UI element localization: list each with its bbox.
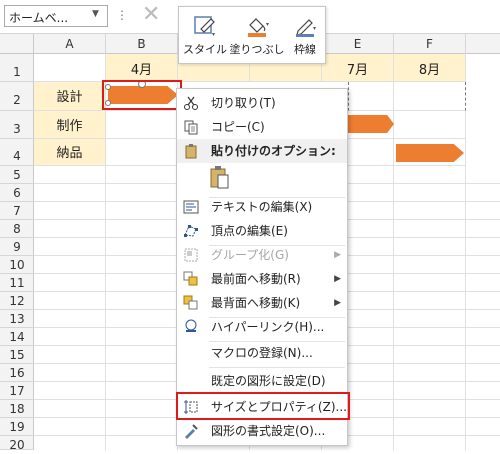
close-icon[interactable]: ✕: [142, 2, 160, 27]
row-19[interactable]: 19: [0, 418, 34, 436]
cell-a4[interactable]: 納品: [34, 139, 106, 166]
text-box-icon: [183, 200, 199, 214]
row-7[interactable]: 7: [0, 202, 34, 220]
menu-item-format-shape[interactable]: 図形の書式設定(O)...: [177, 419, 347, 443]
menu-label: グループ化(G): [211, 248, 289, 262]
menu-item-hyperlink[interactable]: ハイパーリンク(H)...: [177, 315, 347, 339]
style-label: スタイル: [183, 43, 227, 56]
menu-item-copy[interactable]: コピー(C): [177, 115, 347, 139]
scissors-icon: [184, 96, 198, 110]
menu-item-cut[interactable]: 切り取り(T): [177, 91, 347, 115]
separator: [209, 367, 345, 368]
menu-label: 頂点の編集(E): [211, 224, 288, 238]
group-icon: [184, 248, 198, 262]
menu-label: コピー(C): [211, 120, 265, 134]
cell-f3[interactable]: [394, 111, 466, 139]
row-15[interactable]: 15: [0, 346, 34, 364]
cell-e1[interactable]: 7月: [322, 54, 394, 82]
menu-item-set-default[interactable]: 既定の図形に設定(D): [177, 369, 347, 393]
bring-to-front-icon: [183, 271, 198, 286]
fill-label: 塗りつぶし: [229, 43, 285, 56]
row-4[interactable]: 4: [0, 139, 34, 166]
row-6[interactable]: 6: [0, 184, 34, 202]
submenu-arrow-icon: ▶: [334, 250, 341, 260]
row-11[interactable]: 11: [0, 274, 34, 292]
row-8[interactable]: 8: [0, 220, 34, 238]
cell-e4[interactable]: [348, 139, 394, 166]
menu-label: 最前面へ移動(R): [211, 272, 301, 286]
row-5[interactable]: 5: [0, 166, 34, 184]
row-2[interactable]: 2: [0, 82, 34, 111]
row-header: 1 2 3 4 5 6 7 8 9 10 11 12 13 14 15 16 1…: [0, 54, 34, 452]
cell-f2[interactable]: [394, 82, 466, 111]
row-12[interactable]: 12: [0, 292, 34, 310]
menu-item-edit-text[interactable]: テキストの編集(X): [177, 195, 347, 219]
col-b[interactable]: B: [106, 34, 178, 54]
cell-b1[interactable]: 4月: [106, 54, 178, 82]
paste-clipboard-icon: [210, 166, 229, 189]
row-13[interactable]: 13: [0, 310, 34, 328]
row-3[interactable]: 3: [0, 111, 34, 139]
menu-label: 貼り付けのオプション:: [211, 144, 336, 158]
style-button[interactable]: スタイル: [181, 7, 229, 65]
cell-e2[interactable]: [348, 82, 394, 111]
col-e[interactable]: E: [322, 34, 394, 54]
row-18[interactable]: 18: [0, 400, 34, 418]
row-1[interactable]: 1: [0, 54, 34, 82]
cell-a2[interactable]: 設計: [34, 82, 106, 111]
outline-button[interactable]: 枠線: [285, 7, 325, 65]
menu-item-edit-points[interactable]: 頂点の編集(E): [177, 219, 347, 243]
format-shape-icon: [185, 424, 198, 439]
menu-label: ハイパーリンク(H)...: [211, 320, 325, 334]
menu-item-bring-front[interactable]: 最前面へ移動(R) ▶: [177, 267, 347, 291]
paint-bucket-icon: [248, 18, 269, 37]
arrow-shape-delivery[interactable]: [396, 144, 464, 162]
shape-style-icon: [194, 16, 215, 36]
submenu-arrow-icon: ▶: [334, 274, 341, 284]
col-f[interactable]: F: [394, 34, 466, 54]
chevron-down-icon[interactable]: ▼: [92, 9, 99, 19]
menu-item-send-back[interactable]: 最背面へ移動(K) ▶: [177, 291, 347, 315]
mini-toolbar: スタイル 塗りつぶし 枠線: [178, 6, 326, 64]
row-16[interactable]: 16: [0, 364, 34, 382]
row-9[interactable]: 9: [0, 238, 34, 256]
menu-label: 最背面へ移動(K): [211, 296, 301, 310]
row-10[interactable]: 10: [0, 256, 34, 274]
paste-button[interactable]: [209, 165, 231, 191]
select-all-corner[interactable]: [0, 34, 34, 54]
menu-label: 既定の図形に設定(D): [211, 374, 326, 388]
edit-points-icon: [184, 225, 198, 237]
copy-icon: [184, 120, 198, 135]
row-14[interactable]: 14: [0, 328, 34, 346]
more-icon: ⋮: [116, 8, 128, 22]
menu-label: テキストの編集(X): [211, 200, 313, 214]
fill-button[interactable]: 塗りつぶし: [229, 7, 285, 65]
link-icon: [185, 319, 197, 332]
menu-item-paste-options: 貼り付けのオプション:: [177, 139, 347, 163]
outline-label: 枠線: [294, 43, 316, 56]
col-a[interactable]: A: [34, 34, 106, 54]
cell-b3[interactable]: [106, 111, 178, 139]
selection-highlight: [102, 80, 182, 110]
row-17[interactable]: 17: [0, 382, 34, 400]
cell-b4[interactable]: [106, 139, 178, 166]
cell-a1[interactable]: [34, 54, 106, 82]
menu-item-assign-macro[interactable]: マクロの登録(N)...: [177, 341, 347, 365]
row-20[interactable]: 20: [0, 436, 34, 452]
cell-f1[interactable]: 8月: [394, 54, 466, 82]
menu-label: 図形の書式設定(O)...: [211, 424, 326, 438]
clipboard-icon: [185, 144, 197, 159]
send-to-back-icon: [183, 295, 198, 310]
menu-item-highlight: [176, 392, 350, 420]
pen-outline-icon: [296, 19, 316, 37]
arrow-shape-production[interactable]: [348, 115, 394, 133]
menu-item-group: グループ化(G) ▶: [177, 243, 347, 267]
menu-label: マクロの登録(N)...: [211, 346, 313, 360]
submenu-arrow-icon: ▶: [334, 298, 341, 308]
cell-a3[interactable]: 制作: [34, 111, 106, 139]
menu-label: 切り取り(T): [211, 96, 276, 110]
